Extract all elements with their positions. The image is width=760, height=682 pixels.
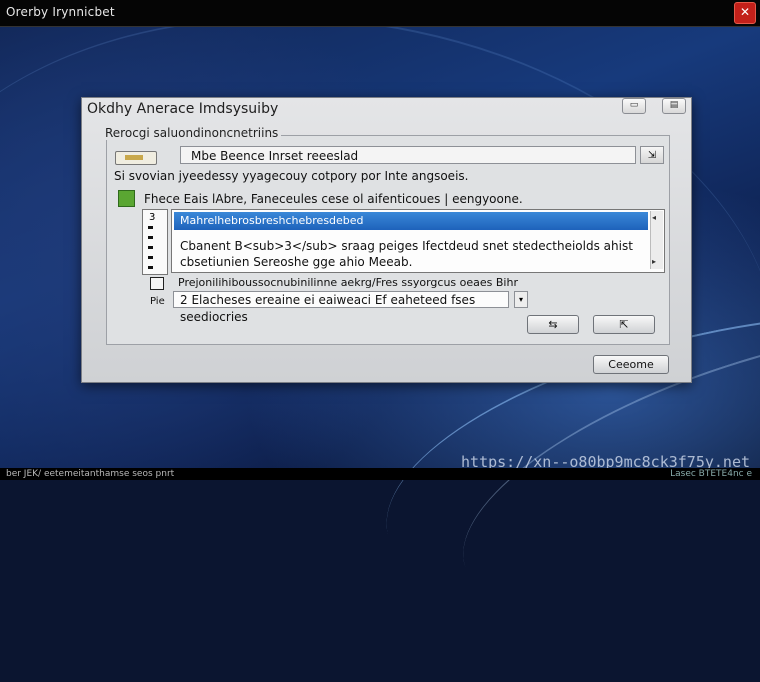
checkbox-label: Fhece Eais lAbre, Faneceules cese ol aif…: [144, 192, 523, 206]
copy-icon[interactable]: [150, 277, 164, 290]
list-scrollbar[interactable]: ◂ ▸: [650, 211, 663, 269]
list-item-body[interactable]: Cbanent B<sub>3</sub> sraag peiges Ifect…: [180, 238, 633, 270]
path-input[interactable]: Mbe Beence Inrset reeeslad: [180, 146, 636, 164]
status-line: Prejonilihiboussocnubinilinne aekrg/Fres…: [178, 276, 518, 289]
gutter-mark: [148, 266, 153, 269]
window-titlebar: Orerby Irynnicbet ✕: [0, 0, 760, 27]
browse-button[interactable]: ⇲: [640, 146, 664, 164]
dialog-title: Okdhy Anerace Imdsysuiby: [87, 101, 279, 117]
swap-button[interactable]: ⇆: [527, 315, 579, 334]
maximize-button[interactable]: ▤: [662, 98, 686, 114]
close-button[interactable]: ✕: [734, 2, 756, 24]
gutter-mark: [148, 226, 153, 229]
scroll-up-icon[interactable]: ◂: [652, 213, 656, 222]
list-body-line: cbsetiunien Sereoshe gge ahio Meeab.: [180, 255, 413, 269]
dialog-window: Okdhy Anerace Imdsysuiby ▭ ▤ Rerocgi sal…: [81, 97, 692, 383]
gutter-mark: [148, 246, 153, 249]
description-input[interactable]: 2 Elacheses ereaine ei eaiweaci Ef eahet…: [173, 291, 509, 324]
list-box[interactable]: Mahrelhebrosbreshchebresdebed Cbanent B<…: [171, 209, 665, 273]
list-body-line: Cbanent B<sub>3</sub> sraag peiges Ifect…: [180, 239, 633, 253]
taskbar-clock: Lasec BTETE4nc e: [670, 469, 752, 479]
close-dialog-button[interactable]: Ceeome: [593, 355, 669, 374]
swap-icon: ⇆: [548, 318, 558, 331]
close-icon: ✕: [739, 5, 751, 19]
gutter-mark: [148, 236, 153, 239]
chevron-down-icon: ▾: [518, 295, 523, 304]
list-item-selected[interactable]: Mahrelhebrosbreshchebresdebed: [174, 212, 648, 230]
drive-icon[interactable]: [115, 151, 157, 165]
expand-button[interactable]: ⇱: [593, 315, 655, 334]
maximize-icon: ▤: [669, 100, 679, 110]
field-label: Pie: [150, 296, 165, 307]
minimize-icon: ▭: [629, 100, 639, 110]
gutter-number: 3: [149, 212, 156, 223]
option-checkbox[interactable]: [118, 190, 135, 207]
gutter-mark: [148, 256, 153, 259]
hint-text: Si svovian jyeedessy yyagecouy cotpory p…: [114, 169, 469, 183]
taskbar-text: ber JEK/ eetemeitanthamse seos pnrt: [6, 469, 175, 479]
browse-icon: ⇲: [647, 150, 657, 161]
list-line-gutter: 3: [142, 209, 168, 275]
taskbar: ber JEK/ eetemeitanthamse seos pnrt Lase…: [0, 468, 760, 480]
minimize-button[interactable]: ▭: [622, 98, 646, 114]
window-title: Orerby Irynnicbet: [6, 5, 115, 19]
group-label: Rerocgi saluondinoncnetriins: [102, 126, 282, 140]
description-dropdown-button[interactable]: ▾: [514, 291, 528, 308]
scroll-down-icon[interactable]: ▸: [652, 257, 656, 266]
expand-icon: ⇱: [619, 318, 629, 331]
